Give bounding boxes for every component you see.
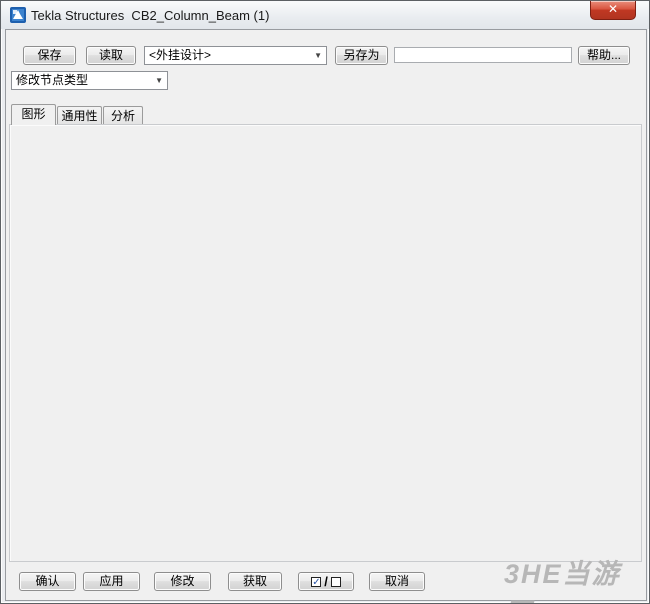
- tab-page-graphics: [9, 124, 642, 562]
- modify-button[interactable]: 修改: [154, 572, 211, 591]
- chevron-down-icon: ▼: [155, 76, 163, 85]
- cancel-button[interactable]: 取消: [369, 572, 425, 591]
- checked-box-icon: ✓: [311, 576, 322, 588]
- tab-graphics[interactable]: 图形: [11, 104, 56, 125]
- save-as-button[interactable]: 另存为: [335, 46, 388, 65]
- save-as-name-input[interactable]: [394, 47, 572, 63]
- preset-select[interactable]: <外挂设计> ▼: [144, 46, 327, 65]
- window-titlebar[interactable]: Tekla Structures CB2_Column_Beam (1) ✕: [1, 1, 649, 29]
- close-button[interactable]: ✕: [590, 1, 636, 20]
- chevron-down-icon: ▼: [314, 51, 322, 60]
- joint-type-value: 修改节点类型: [16, 73, 89, 87]
- unchecked-box-icon: [330, 576, 341, 587]
- toggle-all-checkboxes-button[interactable]: ✓ /: [298, 572, 354, 591]
- ok-button[interactable]: 确认: [19, 572, 76, 591]
- load-button[interactable]: 读取: [86, 46, 136, 65]
- slash-separator: /: [324, 574, 328, 590]
- preset-select-value: <外挂设计>: [149, 48, 212, 62]
- window-title: Tekla Structures CB2_Column_Beam (1): [31, 8, 270, 23]
- apply-button[interactable]: 应用: [83, 572, 140, 591]
- joint-type-select[interactable]: 修改节点类型 ▼: [11, 71, 168, 90]
- tab-analysis[interactable]: 分析: [103, 106, 143, 125]
- tab-general[interactable]: 通用性: [57, 106, 102, 125]
- tekla-dialog: Tekla Structures CB2_Column_Beam (1) ✕ 保…: [0, 0, 650, 604]
- get-button[interactable]: 获取: [228, 572, 282, 591]
- app-icon: [10, 7, 26, 23]
- help-button[interactable]: 帮助...: [578, 46, 630, 65]
- save-button[interactable]: 保存: [23, 46, 76, 65]
